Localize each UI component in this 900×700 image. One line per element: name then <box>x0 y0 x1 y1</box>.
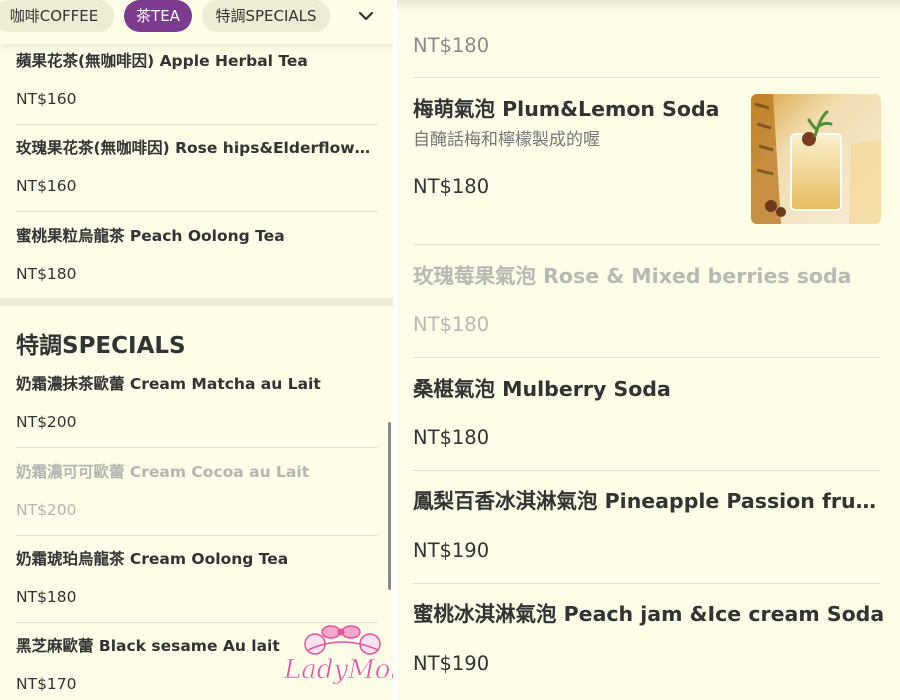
tab-coffee[interactable]: 咖啡COFFEE <box>0 0 114 32</box>
item-name: 桑椹氣泡 Mulberry Soda <box>413 377 671 401</box>
ladymoko-watermark-logo: LadyMoko <box>283 625 393 685</box>
item-price: NT$180 <box>16 265 77 283</box>
item-price: NT$160 <box>16 90 77 108</box>
item-name: 蜜桃果粒烏龍茶 Peach Oolong Tea <box>16 227 285 245</box>
tab-specials[interactable]: 特調SPECIALS <box>202 0 330 32</box>
item-price: NT$180 <box>413 34 490 57</box>
item-name: 蘋果花茶(無咖啡因) Apple Herbal Tea <box>16 52 308 70</box>
divider <box>413 77 880 78</box>
item-price: NT$180 <box>413 313 490 336</box>
item-price: NT$180 <box>413 426 490 449</box>
item-price: NT$190 <box>413 539 490 562</box>
top-shadow <box>397 0 900 12</box>
right-menu-screen: NT$180 梅萌氣泡 Plum&Lemon Soda 自醃話梅和檸檬製成的喔 … <box>397 0 900 700</box>
divider <box>413 470 880 471</box>
category-tab-bar: 咖啡COFFEE 茶TEA 特調SPECIALS <box>0 0 393 44</box>
svg-text:LadyMoko: LadyMoko <box>283 655 393 685</box>
item-name: 奶霜濃可可歐蕾 Cream Cocoa au Lait <box>16 463 310 481</box>
item-price: NT$200 <box>16 501 77 519</box>
section-title-specials: 特調SPECIALS <box>16 333 186 359</box>
chevron-down-icon[interactable] <box>356 6 376 26</box>
item-price: NT$180 <box>16 588 77 606</box>
item-price: NT$200 <box>16 413 77 431</box>
tab-tea[interactable]: 茶TEA <box>124 0 192 32</box>
divider <box>413 244 880 245</box>
item-name: 玫瑰莓果氣泡 Rose & Mixed berries soda <box>413 264 852 288</box>
divider <box>16 535 378 536</box>
item-name: 蜜桃冰淇淋氣泡 Peach jam &Ice cream Soda <box>413 602 885 626</box>
item-price: NT$160 <box>16 177 77 195</box>
plum-lemon-soda-photo[interactable] <box>751 94 881 224</box>
divider <box>413 357 880 358</box>
item-description: 自醃話梅和檸檬製成的喔 <box>413 130 600 150</box>
divider <box>413 583 880 584</box>
item-name: 奶霜琥珀烏龍茶 Cream Oolong Tea <box>16 550 289 568</box>
item-price: NT$180 <box>413 175 490 198</box>
item-name: 玫瑰果花茶(無咖啡因) Rose hips&Elderflower… <box>16 139 378 157</box>
item-price: NT$190 <box>413 652 490 675</box>
divider <box>16 124 378 125</box>
left-menu-screen: 咖啡COFFEE 茶TEA 特調SPECIALS 蘋果花茶(無咖啡因) Appl… <box>0 0 393 700</box>
scrollbar-thumb[interactable] <box>388 422 391 590</box>
item-name: 鳳梨百香冰淇淋氣泡 Pineapple Passion fruit I… <box>413 489 880 513</box>
divider <box>16 447 378 448</box>
item-name: 奶霜濃抹茶歐蕾 Cream Matcha au Lait <box>16 375 321 393</box>
item-price: NT$170 <box>16 675 77 693</box>
section-separator <box>0 298 393 306</box>
divider <box>16 211 378 212</box>
item-name: 梅萌氣泡 Plum&Lemon Soda <box>413 97 720 121</box>
